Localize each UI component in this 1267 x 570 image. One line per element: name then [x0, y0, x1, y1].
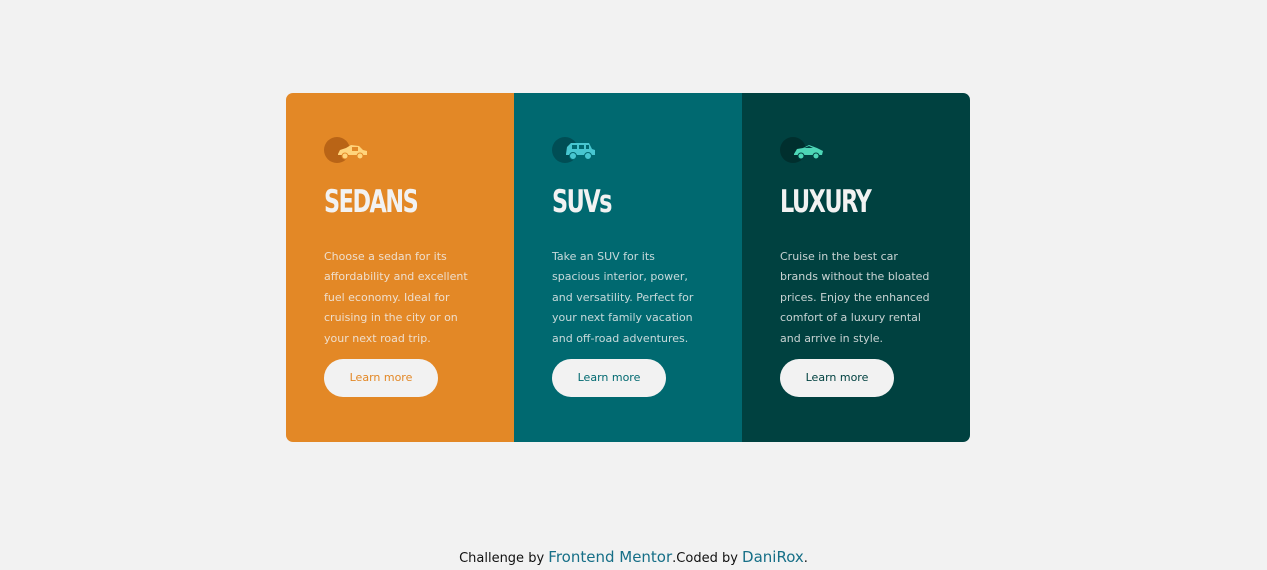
card-title: SUVs — [552, 184, 612, 220]
author-link[interactable]: DaniRox — [742, 548, 804, 566]
card-description: Cruise in the best car brands without th… — [780, 249, 930, 345]
suvs-card: SUVs Take an SUV for its spacious interi… — [514, 93, 742, 442]
card-description: Take an SUV for its spacious interior, p… — [552, 249, 694, 345]
footer-suffix: . — [803, 551, 808, 566]
suvs-learn-more-button[interactable]: Learn more — [552, 359, 666, 397]
attribution-footer: Challenge by Frontend Mentor.Coded by Da… — [0, 546, 1267, 570]
footer-prefix: Challenge by — [459, 551, 549, 566]
luxury-car-icon — [780, 136, 824, 166]
footer-middle: .Coded by — [672, 551, 743, 566]
card-grid: SEDANS Choose a sedan for its affordabil… — [286, 93, 970, 442]
suv-car-glyph — [566, 143, 595, 160]
card-title: SEDANS — [324, 184, 419, 220]
sedan-car-icon — [324, 136, 368, 166]
luxury-card: LUXURY Cruise in the best car brands wit… — [742, 93, 970, 442]
frontend-mentor-link[interactable]: Frontend Mentor — [548, 548, 672, 566]
card-description: Choose a sedan for its affordability and… — [324, 249, 468, 345]
luxury-learn-more-button[interactable]: Learn more — [780, 359, 894, 397]
suv-car-icon — [552, 136, 596, 166]
luxury-car-glyph — [794, 145, 823, 160]
card-title: LUXURY — [780, 184, 872, 220]
sedan-car-glyph — [338, 145, 367, 160]
sedans-learn-more-button[interactable]: Learn more — [324, 359, 438, 397]
sedans-card: SEDANS Choose a sedan for its affordabil… — [286, 93, 514, 442]
